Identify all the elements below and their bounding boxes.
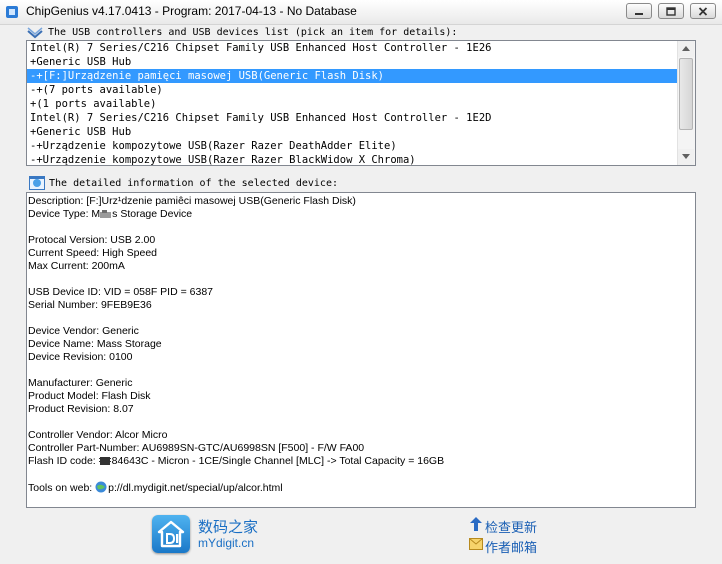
device-list-item[interactable]: -+Urządzenie kompozytowe USB(Razer Razer…	[27, 153, 678, 165]
device-list-header: The USB controllers and USB devices list…	[48, 27, 458, 38]
detail-description: Description: [F:]Urz¹dzenie pamiêci maso…	[28, 195, 356, 207]
device-list-item[interactable]: -+Urządzenie kompozytowe USB(Razer Razer…	[27, 139, 678, 153]
device-list-item[interactable]: +Generic USB Hub	[27, 55, 678, 69]
web-globe-icon	[95, 481, 107, 497]
logo-chinese-text: 数码之家	[198, 519, 259, 536]
detail-device-name: Device Name: Mass Storage	[28, 338, 162, 350]
detail-controller-vendor: Controller Vendor: Alcor Micro	[28, 429, 168, 441]
detail-protocol-version: Protocal Version: USB 2.00	[28, 234, 156, 246]
logo-url-text: mYdigit.cn	[198, 536, 255, 550]
detail-device-type-text-2: s Storage Device	[112, 208, 193, 220]
maximize-button[interactable]	[658, 3, 684, 19]
detail-tools-label: Tools on web:	[28, 482, 96, 494]
update-arrow-icon	[470, 517, 482, 536]
maximize-icon	[666, 7, 676, 16]
window-title: ChipGenius v4.17.0413 - Program: 2017-04…	[26, 4, 357, 18]
device-list[interactable]: Intel(R) 7 Series/C216 Chipset Family US…	[26, 40, 696, 166]
tools-web-link[interactable]: p://dl.mydigit.net/special/up/alcor.html	[108, 482, 283, 494]
check-update-link[interactable]: 检查更新	[485, 517, 537, 536]
author-email-link[interactable]: 作者邮箱	[485, 537, 537, 556]
app-icon	[5, 5, 19, 19]
close-button[interactable]	[690, 3, 716, 19]
detail-manufacturer: Manufacturer: Generic	[28, 377, 133, 389]
arrow-down-icon	[682, 154, 690, 159]
detail-device-revision: Device Revision: 0100	[28, 351, 133, 363]
device-list-item[interactable]: +Generic USB Hub	[27, 125, 678, 139]
chip-icon	[98, 456, 111, 470]
device-rows: Intel(R) 7 Series/C216 Chipset Family US…	[27, 41, 695, 165]
device-list-scrollbar[interactable]	[677, 41, 695, 165]
detail-flash-id-label: Flash ID code:	[28, 455, 99, 467]
detail-product-revision: Product Revision: 8.07	[28, 403, 134, 415]
minimize-icon	[635, 13, 643, 15]
detail-current-speed: Current Speed: High Speed	[28, 247, 157, 259]
usb-drive-icon	[100, 210, 112, 223]
detail-device-vendor: Device Vendor: Generic	[28, 325, 139, 337]
device-list-item[interactable]: Intel(R) 7 Series/C216 Chipset Family US…	[27, 41, 678, 55]
device-list-item[interactable]: -+[F:]Urządzenie pamięci masowej USB(Gen…	[27, 69, 678, 83]
details-header: The detailed information of the selected…	[49, 178, 338, 189]
device-list-item[interactable]: Intel(R) 7 Series/C216 Chipset Family US…	[27, 111, 678, 125]
device-list-item[interactable]: +(1 ports available)	[27, 97, 678, 111]
minimize-button[interactable]	[626, 3, 652, 19]
house-logo-icon	[157, 520, 185, 548]
detail-device-type: Device Type: M s Storage Device	[28, 208, 192, 221]
title-bar[interactable]: ChipGenius v4.17.0413 - Program: 2017-04…	[0, 0, 722, 25]
scrollbar-thumb[interactable]	[679, 58, 693, 130]
mail-icon	[469, 537, 483, 555]
scroll-up-button[interactable]	[678, 41, 694, 57]
arrow-up-icon	[682, 46, 690, 51]
device-list-item[interactable]: -+(7 ports available)	[27, 83, 678, 97]
scroll-down-button[interactable]	[678, 149, 694, 165]
detail-product-model: Product Model: Flash Disk	[28, 390, 151, 402]
detail-flash-id-value: 84643C - Micron - 1CE/Single Channel [ML…	[111, 455, 445, 467]
detail-tools-on-web: Tools on web: p://dl.mydigit.net/special…	[28, 481, 283, 494]
detail-flash-id: Flash ID code: 84643C - Micron - 1CE/Sin…	[28, 455, 444, 468]
detail-max-current: Max Current: 200mA	[28, 260, 125, 272]
detail-controller-part-number: Controller Part-Number: AU6989SN-GTC/AU6…	[28, 442, 365, 454]
detail-serial-number: Serial Number: 9FEB9E36	[28, 299, 152, 311]
detail-usb-device-id: USB Device ID: VID = 058F PID = 6387	[28, 286, 214, 298]
mydigit-logo[interactable]	[152, 515, 190, 553]
device-details-panel[interactable]: Description: [F:]Urz¹dzenie pamiêci maso…	[26, 192, 696, 508]
detail-device-type-text: Device Type: M	[28, 208, 101, 220]
close-icon	[698, 7, 708, 16]
